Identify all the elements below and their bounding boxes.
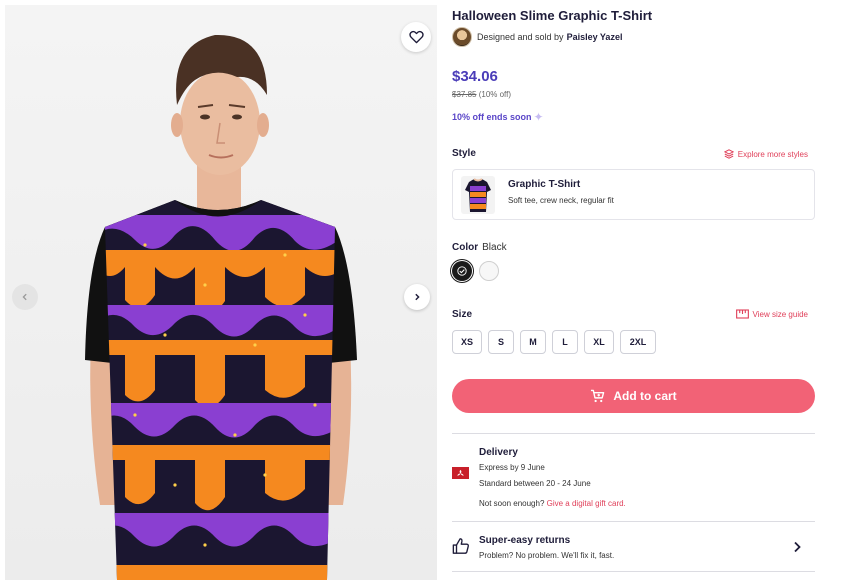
promo-banner: 10% off ends soon ✦	[452, 110, 544, 124]
selected-color: Black	[482, 242, 507, 253]
ruler-icon	[735, 309, 749, 319]
byline-prefix: Designed and sold by	[477, 32, 564, 42]
check-icon	[457, 266, 467, 276]
heart-icon	[408, 30, 424, 44]
style-label: Style	[452, 148, 476, 159]
product-info-panel: Halloween Slime Graphic T-Shirt Designed…	[452, 0, 816, 582]
product-title: Halloween Slime Graphic T-Shirt	[452, 8, 653, 23]
explore-styles-link[interactable]: Explore more styles	[723, 149, 808, 159]
current-price: $34.06	[452, 68, 498, 85]
designer-byline: Designed and sold by Paisley Yazel	[452, 27, 622, 47]
size-label: Size	[452, 309, 473, 320]
size-option-2xl[interactable]: 2XL	[620, 330, 656, 354]
gift-card-row: Not soon enough? Give a digital gift car…	[479, 499, 626, 508]
designer-name-link[interactable]: Paisley Yazel	[567, 32, 623, 42]
delivery-title: Delivery	[479, 447, 518, 458]
size-option-m[interactable]: M	[520, 330, 546, 354]
divider	[452, 433, 815, 434]
gift-card-prefix: Not soon enough?	[479, 499, 545, 508]
size-guide-label: View size guide	[752, 309, 808, 319]
returns-chevron-right-icon[interactable]	[792, 541, 802, 553]
favorite-button[interactable]	[401, 22, 431, 52]
size-option-xl[interactable]: XL	[584, 330, 614, 354]
discount-note: (10% off)	[478, 90, 512, 99]
size-options: XS S M L XL 2XL	[452, 330, 662, 354]
gift-card-link[interactable]: Give a digital gift card.	[547, 499, 626, 508]
express-delivery-text: Express by 9 June	[479, 463, 545, 472]
style-card[interactable]: Graphic T-Shirt Soft tee, crew neck, reg…	[452, 169, 815, 220]
style-name: Graphic T-Shirt	[508, 179, 581, 190]
standard-delivery-text: Standard between 20 - 24 June	[479, 479, 591, 488]
flag-icon	[452, 467, 469, 479]
chevron-left-icon	[22, 293, 27, 301]
color-label: Color	[452, 242, 479, 253]
color-label-row: Color Black	[452, 242, 507, 253]
cart-icon	[591, 389, 605, 403]
color-swatch-white[interactable]	[479, 261, 499, 281]
returns-text: Problem? No problem. We'll fix it, fast.	[479, 551, 615, 560]
size-option-l[interactable]: L	[552, 330, 578, 354]
explore-styles-label: Explore more styles	[737, 149, 808, 159]
returns-title: Super-easy returns	[479, 535, 571, 546]
chevron-right-icon	[415, 293, 420, 301]
size-guide-link[interactable]: View size guide	[735, 309, 808, 319]
previous-image-button[interactable]	[12, 284, 38, 310]
sparkle-icon: ✦	[533, 110, 544, 124]
divider	[452, 521, 815, 522]
layers-icon	[723, 149, 734, 159]
product-image-panel	[5, 5, 437, 580]
promo-text: 10% off ends soon	[452, 112, 532, 122]
designer-avatar[interactable]	[452, 27, 472, 47]
color-swatch-black[interactable]	[452, 261, 472, 281]
size-option-xs[interactable]: XS	[452, 330, 482, 354]
style-thumbnail	[461, 176, 495, 214]
divider	[452, 571, 815, 572]
original-price: $37.85	[452, 90, 477, 99]
original-price-row: $37.85 (10% off)	[452, 90, 511, 99]
add-to-cart-label: Add to cart	[613, 389, 677, 403]
add-to-cart-button[interactable]: Add to cart	[452, 379, 815, 413]
next-image-button[interactable]	[404, 284, 430, 310]
size-option-s[interactable]: S	[488, 330, 514, 354]
product-photo	[5, 5, 437, 580]
thumbs-up-icon	[452, 538, 469, 554]
style-description: Soft tee, crew neck, regular fit	[508, 196, 614, 205]
